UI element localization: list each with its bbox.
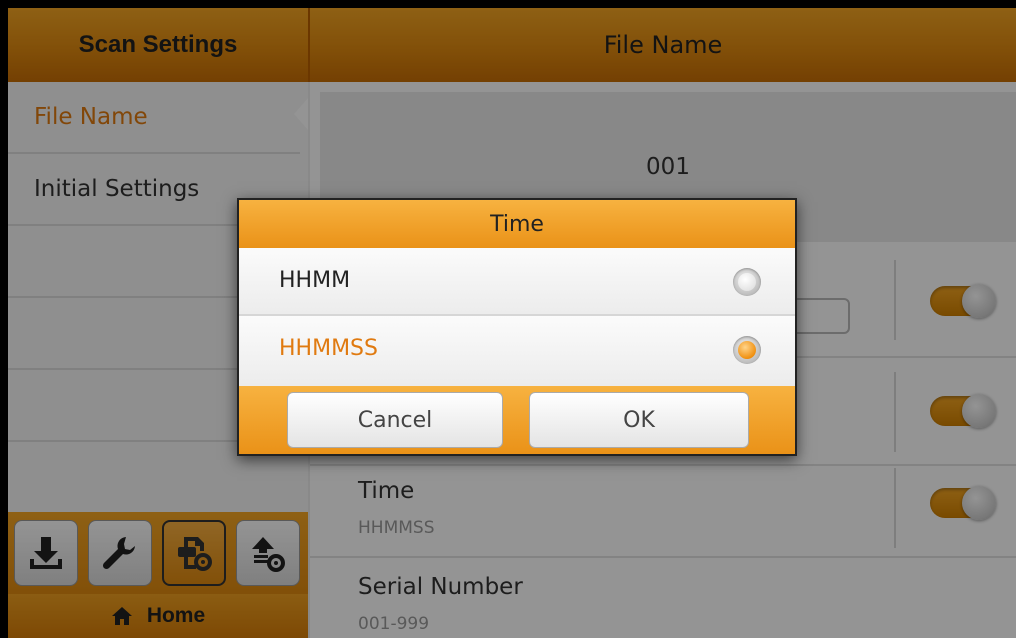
radio-dot (738, 273, 756, 291)
app-screen: Scan Settings File Name File Name Initia… (8, 8, 1016, 638)
option-label: HHMM (279, 268, 351, 293)
option-hhmmss[interactable]: HHMMSS (239, 316, 795, 386)
dialog-title: Time (239, 200, 795, 248)
radio-dot (738, 341, 756, 359)
time-format-dialog: Time HHMM HHMMSS Cancel OK (237, 198, 797, 456)
option-label: HHMMSS (279, 336, 378, 361)
cancel-button[interactable]: Cancel (287, 392, 503, 448)
dialog-button-bar: Cancel OK (239, 386, 795, 454)
radio-button[interactable] (733, 268, 761, 296)
option-hhmm[interactable]: HHMM (239, 248, 795, 316)
radio-button[interactable] (733, 336, 761, 364)
ok-button[interactable]: OK (529, 392, 749, 448)
